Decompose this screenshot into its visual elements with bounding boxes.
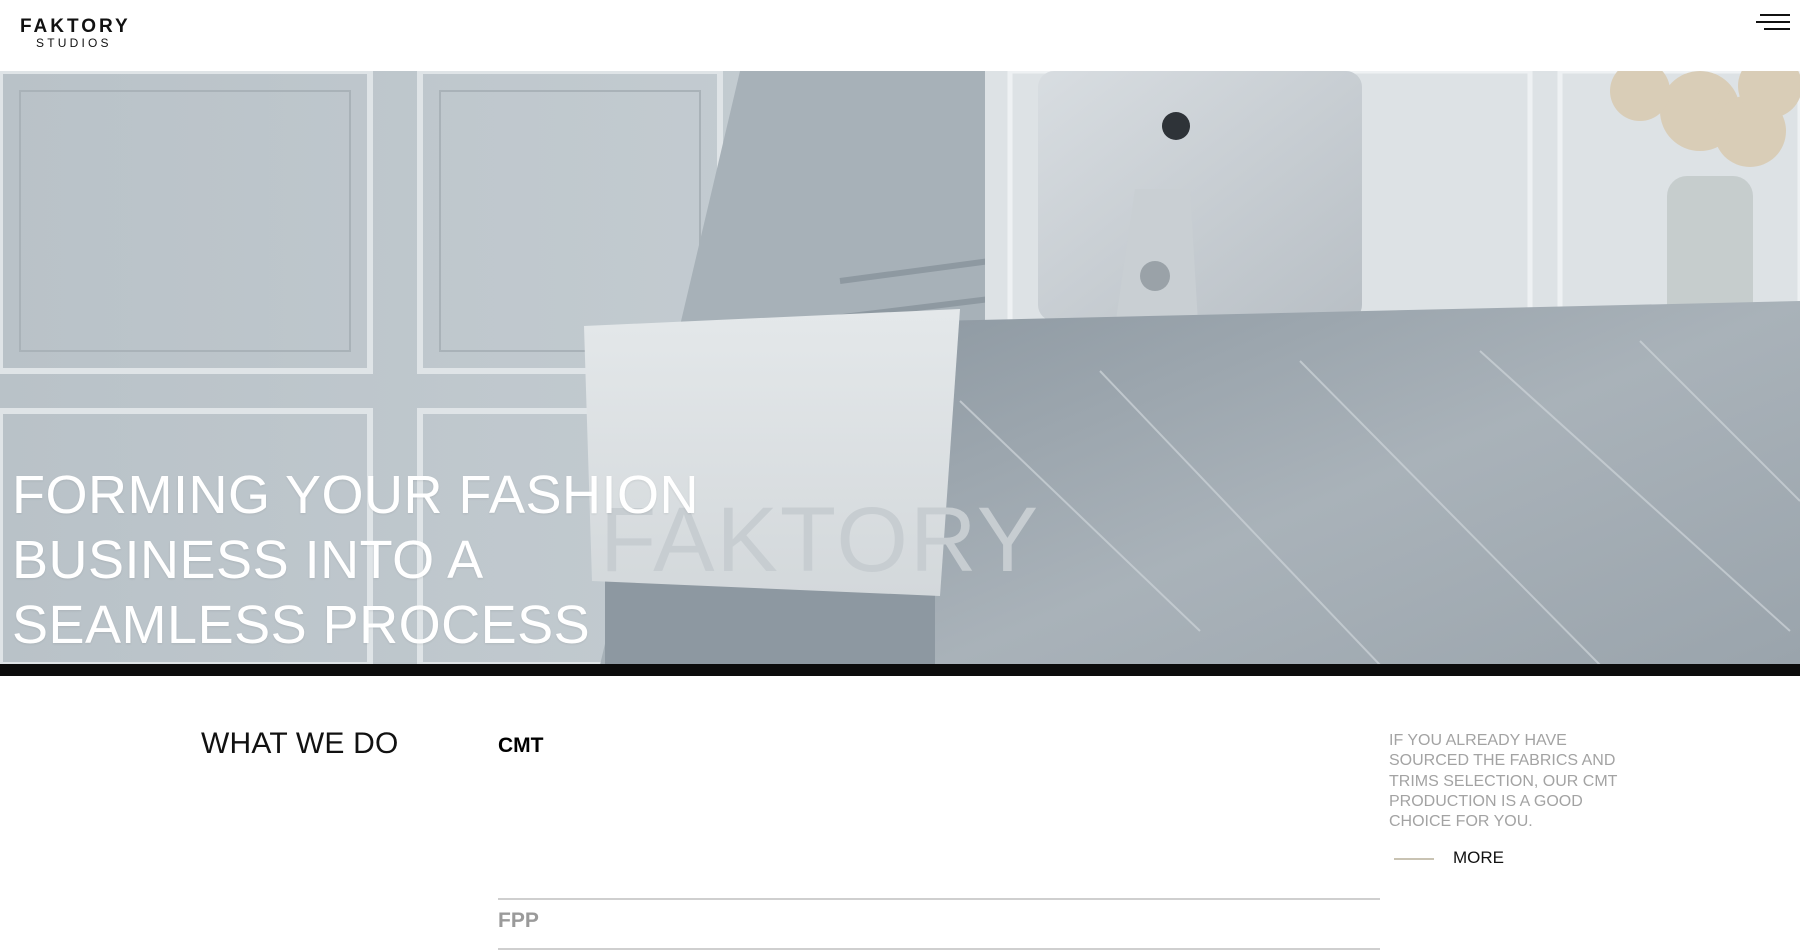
- hamburger-menu-icon[interactable]: [1756, 14, 1790, 36]
- hero-headline: FORMING YOUR FASHION BUSINESS INTO A SEA…: [12, 463, 732, 658]
- hero-headline-line-2: BUSINESS INTO A: [12, 530, 484, 590]
- service-description: IF YOU ALREADY HAVE SOURCED THE FABRICS …: [1389, 732, 1618, 831]
- service-label-cmt: CMT: [498, 734, 544, 757]
- logo-wordmark: FAKTORY: [20, 16, 131, 37]
- service-label-fpp: FPP: [498, 909, 539, 932]
- service-tab-fpp[interactable]: FPP: [498, 898, 1380, 932]
- more-button-label: MORE: [1453, 848, 1504, 867]
- faktory-studios-logo[interactable]: FAKTORY STUDIOS: [20, 16, 138, 50]
- more-accent-line: [1394, 858, 1434, 860]
- what-we-do-heading: WHAT WE DO: [201, 727, 399, 760]
- hero-banner: FAKTORY FORMING YOUR FASHION BUSINESS IN…: [0, 71, 1800, 665]
- logo-subtitle: STUDIOS: [36, 36, 112, 50]
- more-button[interactable]: MORE: [1394, 848, 1534, 870]
- site-header: FAKTORY STUDIOS: [0, 0, 1800, 71]
- hero-headline-line-3: SEAMLESS PROCESS: [12, 595, 591, 655]
- hero-bottom-bar: [0, 664, 1800, 676]
- service-divider: [498, 948, 1380, 950]
- hero-headline-line-1: FORMING YOUR FASHION: [12, 465, 700, 525]
- service-tab-cmt[interactable]: CMT: [498, 734, 1380, 758]
